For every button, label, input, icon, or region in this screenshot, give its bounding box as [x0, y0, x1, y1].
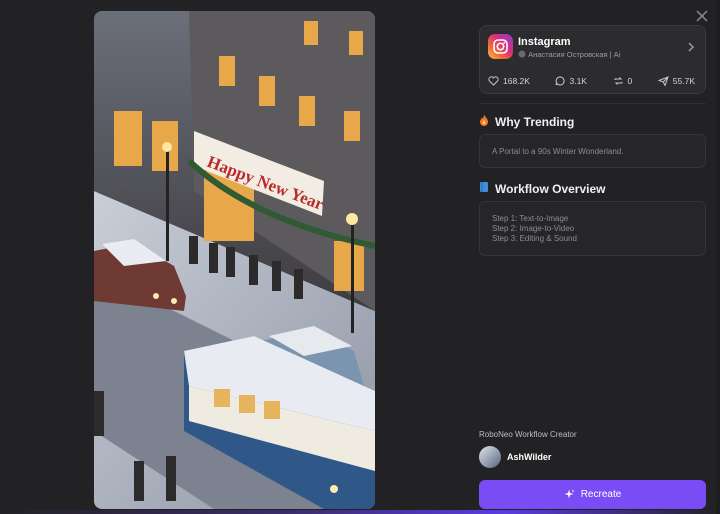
why-trending-title: Why Trending — [495, 114, 575, 129]
instagram-logo-icon — [488, 34, 513, 59]
engagement-stats: 168.2K 3.1K 0 55.7K — [488, 75, 695, 87]
avatar — [479, 446, 501, 468]
heart-icon — [488, 76, 499, 86]
comments-count: 3.1K — [569, 76, 587, 86]
workflow-step: Step 1: Text-to-Image — [492, 214, 569, 223]
chevron-right-icon — [688, 42, 695, 52]
workflow-overview-title: Workflow Overview — [495, 181, 606, 196]
author-name: Анастасия Островская | Ai — [528, 50, 621, 59]
book-icon — [479, 181, 489, 196]
shares-count: 55.7K — [672, 76, 695, 86]
comments-stat: 3.1K — [555, 75, 587, 87]
recreate-label: Recreate — [580, 489, 622, 500]
post-author: Анастасия Островская | Ai — [518, 50, 620, 59]
workflow-steps-box: Step 1: Text-to-Image Step 2: Image-to-V… — [479, 201, 706, 256]
creator-name: AshWilder — [507, 452, 552, 462]
workflow-overview-heading: Workflow Overview — [479, 181, 605, 196]
bottom-glow — [0, 510, 720, 514]
close-icon — [696, 10, 708, 22]
divider — [479, 103, 706, 104]
scrollbar[interactable] — [716, 0, 720, 514]
creator-label: RoboNeo Workflow Creator — [479, 430, 577, 439]
reposts-stat: 0 — [613, 75, 633, 87]
sparkle-icon — [564, 489, 575, 499]
winter-street-image: Happy New Year — [94, 11, 375, 509]
workflow-step: Step 3: Editing & Sound — [492, 234, 577, 243]
source-card[interactable]: Instagram Анастасия Островская | Ai 168.… — [479, 25, 706, 94]
comment-icon — [556, 76, 566, 86]
close-button[interactable] — [694, 8, 710, 24]
shares-stat: 55.7K — [657, 75, 695, 87]
reposts-count: 0 — [627, 76, 633, 86]
repost-icon — [614, 77, 623, 85]
share-icon — [657, 76, 669, 86]
why-trending-heading: Why Trending — [479, 114, 574, 129]
media-preview[interactable]: Happy New Year — [94, 11, 375, 509]
author-avatar-icon — [518, 50, 528, 59]
open-source-chevron[interactable] — [687, 40, 695, 58]
fire-icon — [479, 114, 489, 129]
creator-profile[interactable]: AshWilder — [479, 446, 551, 468]
likes-stat: 168.2K — [488, 75, 530, 87]
recreate-button[interactable]: Recreate — [479, 480, 706, 509]
workflow-step: Step 2: Image-to-Video — [492, 224, 575, 233]
trending-reason-box: A Portal to a 90s Winter Wonderland. — [479, 134, 706, 168]
likes-count: 168.2K — [503, 76, 530, 86]
platform-name: Instagram — [518, 36, 571, 48]
trending-reason-text: A Portal to a 90s Winter Wonderland. — [492, 147, 624, 156]
